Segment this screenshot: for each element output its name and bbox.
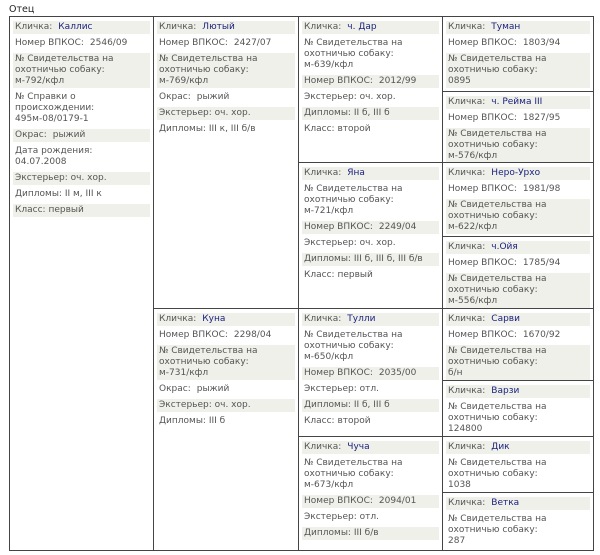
cert-row: № Свидетельства на охотничью собаку: 1038 <box>448 458 547 490</box>
pedigree-header: Отец <box>9 4 35 15</box>
cert-row: № Свидетельства на охотничью собаку: м-62… <box>446 199 590 234</box>
nick-row: Кличка: Яна <box>302 167 439 180</box>
dog-card-3: Кличка: Туман Номер ВПКОС: 1803/94 № Свиде… <box>443 17 594 92</box>
color-row: Окрас: рыжий <box>13 129 150 142</box>
nick-row: Кличка: ч. Дар <box>302 21 439 34</box>
dog-card-10: Кличка: Сарви Номер ВПКОС: 1670/92 № Свиде… <box>443 309 594 381</box>
dipl-row: Дипломы: III б, III б, III б/в <box>302 253 439 266</box>
ext-row: Экстерьер: оч. хор. <box>304 238 396 248</box>
cert-row: № Свидетельства на охотничью собаку: м-79… <box>13 53 150 88</box>
pedigree-grid: Кличка: Каллис Номер ВПКОС: 2546/09 № Свид… <box>9 16 594 551</box>
cert-row: № Свидетельства на охотничью собаку: м-67… <box>304 458 403 490</box>
dog-card-14: Кличка: Ветка № Свидетельства на охотничь… <box>443 493 594 551</box>
class-row: Класс: первый <box>13 204 150 217</box>
cert-row: № Свидетельства на охотничью собаку: м-72… <box>304 184 403 216</box>
dog-card-11: Кличка: Варзи № Свидетельства на охотничь… <box>443 381 594 437</box>
nick-row: Кличка: Куна <box>157 313 295 326</box>
ext-row: Экстерьер: отл. <box>304 512 379 522</box>
origin-row: № Справки о происхождении: 495м-08/0179-1 <box>15 92 95 124</box>
dog-card-8: Кличка: Куна Номер ВПКОС: 2298/04 № Свидет… <box>154 309 299 551</box>
vpkos-row: Номер ВПКОС: 2094/01 <box>302 495 439 508</box>
dog-name: Чуча <box>347 442 370 452</box>
vpkos-row: Номер ВПКОС: 2546/09 <box>15 38 128 48</box>
dog-card-6: Кличка: Неро-Урхо Номер ВПКОС: 1981/98 № С… <box>443 163 594 237</box>
dog-card-7: Кличка: ч.Ойя Номер ВПКОС: 1785/94 № Свиде… <box>443 237 594 309</box>
cert-row: № Свидетельства на охотничью собаку: м-63… <box>304 38 403 70</box>
dog-name: ч. Рейма III <box>491 97 543 107</box>
dog-name: Куна <box>202 314 226 324</box>
vpkos-row: Номер ВПКОС: 1803/94 <box>448 38 561 48</box>
vpkos-row: Номер ВПКОС: 1785/94 <box>448 258 561 268</box>
dog-name: Дик <box>491 442 510 452</box>
dipl-row: Дипломы: III к, III б/в <box>159 124 256 134</box>
dipl-row: Дипломы: II б, III б <box>302 399 439 412</box>
vpkos-row: Номер ВПКОС: 2427/07 <box>159 38 272 48</box>
dog-name: Каллис <box>58 22 93 32</box>
vpkos-row: Номер ВПКОС: 1981/98 <box>448 184 561 194</box>
dog-name: Ветка <box>491 498 520 508</box>
cert-row: № Свидетельства на охотничью собаку: 0895 <box>446 53 590 88</box>
dog-card-1: Кличка: Лютый Номер ВПКОС: 2427/07 № Свиде… <box>154 17 299 309</box>
cert-row: № Свидетельства на охотничью собаку: м-76… <box>157 53 295 88</box>
dog-name: Тулли <box>347 314 376 324</box>
dog-card-2: Кличка: ч. Дар № Свидетельства на охотнич… <box>299 17 443 163</box>
dog-card-12: Кличка: Чуча № Свидетельства на охотничью… <box>299 437 443 551</box>
dog-card-13: Кличка: Дик № Свидетельства на охотничью … <box>443 437 594 493</box>
dog-name: Яна <box>347 168 365 178</box>
dipl-row: Дипломы: III б/в <box>302 527 439 540</box>
dog-name: Варзи <box>491 386 520 396</box>
cert-row: № Свидетельства на охотничью собаку: 287 <box>448 514 547 546</box>
nick-row: Кличка: Каллис <box>13 21 150 34</box>
dob-row: Дата рождения:04.07.2008 <box>15 146 93 167</box>
vpkos-row: Номер ВПКОС: 2035/00 <box>302 367 439 380</box>
nick-row: Кличка: Сарви <box>446 313 590 326</box>
ext-row: Экстерьер: отл. <box>304 384 379 394</box>
vpkos-row: Номер ВПКОС: 2298/04 <box>159 330 272 340</box>
cert-row: № Свидетельства на охотничью собаку: б/н <box>446 345 590 380</box>
nick-row: Кличка: Лютый <box>157 21 295 34</box>
nick-row: Кличка: Тулли <box>302 313 439 326</box>
class-row: Класс: второй <box>304 416 371 426</box>
class-row: Класс: первый <box>304 270 373 280</box>
nick-row: Кличка: Ветка <box>446 497 590 510</box>
nick-row: Кличка: Варзи <box>446 385 590 398</box>
dog-name: Сарви <box>491 314 520 324</box>
dog-card-5: Кличка: Яна № Свидетельства на охотничью … <box>299 163 443 309</box>
color-row: Окрас: рыжий <box>159 92 230 102</box>
dog-name: Неро-Урхо <box>491 168 541 178</box>
ext-row: Экстерьер: оч. хор. <box>304 92 396 102</box>
class-row: Класс: второй <box>304 124 371 134</box>
ext-row: Экстерьер: оч. хор. <box>157 399 295 412</box>
dog-card-4: Кличка: ч. Рейма III Номер ВПКОС: 1827/95 … <box>443 92 594 163</box>
nick-row: Кличка: Чуча <box>302 441 439 454</box>
dog-name: ч. Дар <box>347 22 377 32</box>
nick-row: Кличка: ч. Рейма III <box>446 96 590 109</box>
dog-card-9: Кличка: Тулли № Свидетельства на охотничь… <box>299 309 443 437</box>
vpkos-row: Номер ВПКОС: 1827/95 <box>448 113 561 123</box>
dog-name: ч.Ойя <box>491 242 518 252</box>
dog-name: Туман <box>491 22 521 32</box>
ext-row: Экстерьер: оч. хор. <box>13 172 150 185</box>
nick-row: Кличка: Туман <box>446 21 590 34</box>
nick-row: Кличка: ч.Ойя <box>446 241 590 254</box>
cert-row: № Свидетельства на охотничью собаку: м-57… <box>446 128 590 162</box>
dipl-row: Дипломы: II м, III к <box>15 189 102 199</box>
ext-row: Экстерьер: оч. хор. <box>157 107 295 120</box>
cert-row: № Свидетельства на охотничью собаку: м-65… <box>304 330 403 362</box>
dog-card-0: Кличка: Каллис Номер ВПКОС: 2546/09 № Свид… <box>10 17 154 551</box>
nick-row: Кличка: Дик <box>446 441 590 454</box>
vpkos-row: Номер ВПКОС: 2012/99 <box>302 75 439 88</box>
cert-row: № Свидетельства на охотничью собаку: м-73… <box>157 345 295 380</box>
dipl-row: Дипломы: II б, III б <box>302 107 439 120</box>
vpkos-row: Номер ВПКОС: 2249/04 <box>302 221 439 234</box>
dog-name: Лютый <box>202 22 235 32</box>
vpkos-row: Номер ВПКОС: 1670/92 <box>448 330 561 340</box>
color-row: Окрас: рыжий <box>159 384 230 394</box>
nick-row: Кличка: Неро-Урхо <box>446 167 590 180</box>
cert-row: № Свидетельства на охотничью собаку: 1248… <box>448 402 547 434</box>
dipl-row: Дипломы: III б <box>159 416 226 426</box>
cert-row: № Свидетельства на охотничью собаку: м-55… <box>446 273 590 308</box>
